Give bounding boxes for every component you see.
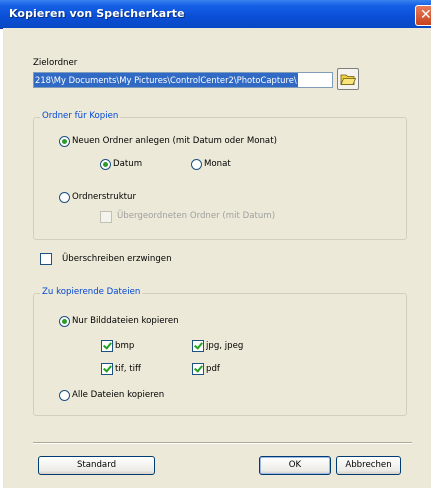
overwrite-checkbox[interactable] bbox=[40, 253, 52, 265]
new-folder-label[interactable]: Neuen Ordner anlegen (mit Datum oder Mon… bbox=[72, 136, 277, 146]
folder-structure-label[interactable]: Ordnerstruktur bbox=[72, 192, 136, 202]
parent-folder-checkbox[interactable] bbox=[100, 211, 112, 223]
month-label[interactable]: Monat bbox=[204, 159, 231, 169]
jpg-checkbox[interactable] bbox=[192, 340, 204, 352]
bmp-checkbox[interactable] bbox=[101, 340, 113, 352]
button-separator bbox=[33, 442, 412, 444]
tif-label[interactable]: tif, tiff bbox=[115, 364, 141, 374]
overwrite-label[interactable]: Überschreiben erzwingen bbox=[62, 254, 172, 264]
target-folder-label: Zielordner bbox=[33, 58, 78, 68]
bmp-label[interactable]: bmp bbox=[115, 341, 134, 351]
browse-folder-button[interactable] bbox=[337, 68, 359, 90]
open-folder-icon bbox=[340, 74, 357, 85]
only-images-label[interactable]: Nur Bilddateien kopieren bbox=[72, 316, 179, 326]
tif-checkbox[interactable] bbox=[101, 363, 113, 375]
cancel-button[interactable]: Abbrechen bbox=[336, 456, 401, 475]
date-radio[interactable] bbox=[100, 159, 111, 170]
standard-button[interactable]: Standard bbox=[38, 456, 155, 475]
pdf-checkbox[interactable] bbox=[192, 363, 204, 375]
jpg-label[interactable]: jpg, jpeg bbox=[206, 341, 243, 351]
month-radio[interactable] bbox=[191, 159, 202, 170]
new-folder-radio[interactable] bbox=[59, 136, 70, 147]
only-images-radio[interactable] bbox=[59, 316, 70, 327]
target-folder-value: 218\My Documents\My Pictures\ControlCent… bbox=[34, 73, 298, 87]
all-files-radio[interactable] bbox=[59, 390, 70, 401]
date-label[interactable]: Datum bbox=[113, 159, 142, 169]
target-folder-field[interactable]: 218\My Documents\My Pictures\ControlCent… bbox=[33, 72, 333, 88]
all-files-label[interactable]: Alle Dateien kopieren bbox=[72, 390, 164, 400]
ok-button[interactable]: OK bbox=[259, 456, 331, 475]
parent-folder-label: Übergeordneten Ordner (mit Datum) bbox=[117, 211, 276, 221]
close-icon: ✕ bbox=[420, 7, 431, 23]
folder-structure-radio[interactable] bbox=[59, 192, 70, 203]
folder-options-legend: Ordner für Kopien bbox=[40, 111, 121, 121]
pdf-label[interactable]: pdf bbox=[206, 364, 220, 374]
close-button[interactable]: ✕ bbox=[415, 5, 431, 26]
files-to-copy-legend: Zu kopierende Dateien bbox=[40, 287, 143, 297]
window-title: Kopieren von Speicherkarte bbox=[9, 7, 185, 20]
copy-from-memory-card-dialog: Kopieren von Speicherkarte ✕ Zielordner … bbox=[0, 0, 431, 488]
title-bar: Kopieren von Speicherkarte ✕ bbox=[0, 0, 431, 29]
